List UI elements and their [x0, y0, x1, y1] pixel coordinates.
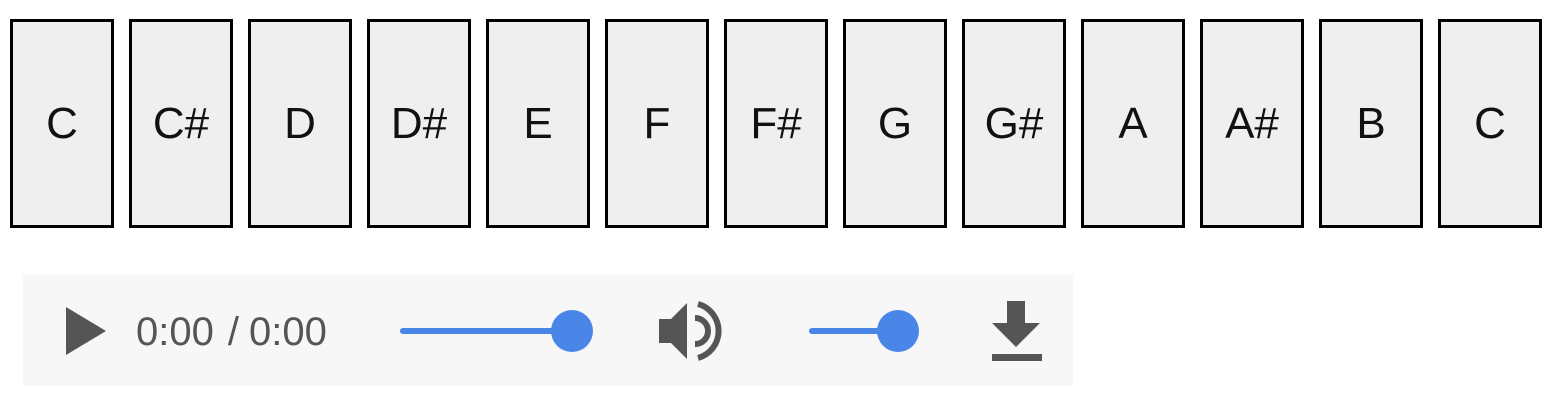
progress-thumb[interactable]	[551, 310, 593, 352]
key-f-sharp[interactable]: F#	[724, 19, 828, 228]
volume-slider[interactable]	[809, 308, 919, 354]
key-a-sharp[interactable]: A#	[1200, 19, 1304, 228]
key-d[interactable]: D	[248, 19, 352, 228]
key-d-sharp[interactable]: D#	[367, 19, 471, 228]
progress-fill	[400, 328, 572, 334]
key-a[interactable]: A	[1081, 19, 1185, 228]
key-e[interactable]: E	[486, 19, 590, 228]
time-separator: /	[227, 310, 239, 354]
volume-icon	[659, 301, 722, 361]
download-icon	[992, 301, 1042, 361]
play-icon	[66, 307, 106, 355]
play-button[interactable]	[62, 306, 108, 356]
progress-slider[interactable]	[400, 308, 593, 354]
duration: 0:00	[248, 310, 327, 354]
key-c[interactable]: C	[10, 19, 114, 228]
key-c-sharp[interactable]: C#	[129, 19, 233, 228]
key-g-sharp[interactable]: G#	[962, 19, 1066, 228]
key-g[interactable]: G	[843, 19, 947, 228]
time-display: 0:00/0:00	[136, 311, 327, 353]
download-button[interactable]	[988, 300, 1046, 362]
key-c-high[interactable]: C	[1438, 19, 1542, 228]
current-time: 0:00	[136, 310, 214, 354]
piano-keys: C C# D D# E F F# G G# A A# B C	[10, 19, 1542, 228]
mute-button[interactable]	[656, 299, 726, 363]
volume-thumb[interactable]	[877, 310, 919, 352]
key-b[interactable]: B	[1319, 19, 1423, 228]
key-f[interactable]: F	[605, 19, 709, 228]
